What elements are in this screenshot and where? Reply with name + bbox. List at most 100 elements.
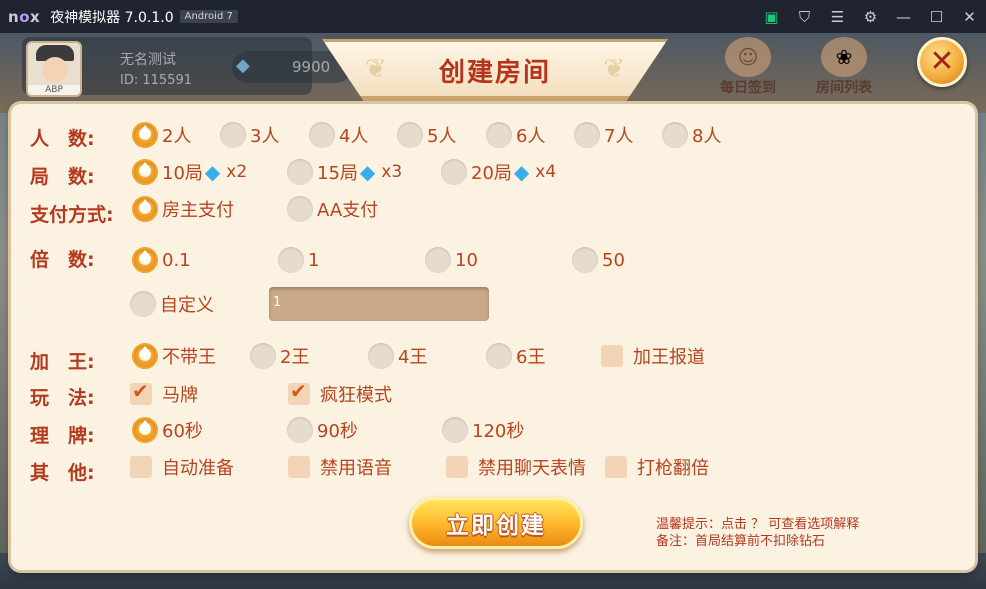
dialog-title: 创建房间 <box>438 58 551 88</box>
player-count-option-7[interactable]: 7人 <box>574 121 633 149</box>
arrange-option-90[interactable]: 90秒 <box>287 416 358 444</box>
multiplier-option-1[interactable]: 1 <box>278 246 319 274</box>
payment-option-aa[interactable]: AA支付 <box>287 195 378 223</box>
other-label: 其 他: <box>30 462 95 484</box>
custom-multiplier-input[interactable]: 1 <box>269 287 489 321</box>
player-id: ID: 115591 <box>120 73 192 88</box>
arrange-option-120[interactable]: 120秒 <box>442 416 524 444</box>
radio-dot <box>287 417 313 443</box>
room-list-button[interactable]: ❀ 房间列表 <box>806 37 882 99</box>
jokers-option-2[interactable]: 2王 <box>250 342 309 370</box>
radio-dot <box>278 247 304 273</box>
jokers-option-6[interactable]: 6王 <box>486 342 545 370</box>
android-version-badge: Android 7 <box>179 10 238 23</box>
radio-dot <box>486 122 512 148</box>
disable-voice-checkbox[interactable]: 禁用语音 <box>288 453 392 481</box>
minimize-icon[interactable]: — <box>887 0 920 33</box>
app-store-icon[interactable]: ▣ <box>755 0 788 33</box>
multiplier-option-0.1[interactable]: 0.1 <box>132 246 191 274</box>
diamond-icon: ◆ <box>204 160 221 184</box>
jokers-label: 加 王: <box>30 351 95 373</box>
checkin-icon: ☺ <box>725 37 771 77</box>
radio-dot <box>574 122 600 148</box>
menu-icon[interactable]: ☰ <box>821 0 854 33</box>
arrange-option-60[interactable]: 60秒 <box>132 416 203 444</box>
multiplier-label: 倍 数: <box>30 249 95 271</box>
rounds-option-20[interactable]: 20局 ◆ x4 <box>441 158 556 186</box>
rounds-option-15[interactable]: 15局 ◆ x3 <box>287 158 402 186</box>
auto-ready-checkbox[interactable]: 自动准备 <box>130 453 234 481</box>
radio-dot <box>130 291 156 317</box>
arrange-label: 理 牌: <box>30 425 95 447</box>
play-mode-label: 玩 法: <box>30 387 95 409</box>
avatar-tag: ABP <box>28 85 80 95</box>
avatar[interactable]: ABP <box>26 41 82 97</box>
diamond-icon: ◆ <box>513 160 530 184</box>
avatar-face <box>42 57 68 83</box>
daily-checkin-button[interactable]: ☺ 每日签到 <box>712 37 784 99</box>
radio-dot <box>425 247 451 273</box>
payment-label: 支付方式: <box>30 204 114 226</box>
crazy-mode-checkbox[interactable]: 疯狂模式 <box>288 379 392 408</box>
gun-double-checkbox[interactable]: 打枪翻倍 <box>605 453 709 481</box>
multiplier-option-custom[interactable]: 自定义 <box>130 290 214 318</box>
horse-card-checkbox[interactable]: 马牌 <box>130 379 198 408</box>
spade-icon <box>132 417 158 443</box>
create-room-button[interactable]: 立即创建 <box>409 497 583 549</box>
rounds-option-10[interactable]: 10局◆x2 <box>132 158 247 186</box>
create-room-button-label: 立即创建 <box>446 513 546 539</box>
disable-emoji-checkbox[interactable]: 禁用聊天表情 <box>446 453 586 481</box>
rounds-label: 局 数: <box>30 166 95 188</box>
diamond-icon: ◆ <box>359 160 376 184</box>
maximize-icon[interactable]: ☐ <box>920 0 953 33</box>
player-count-option-2[interactable]: 2人 <box>132 121 191 149</box>
radio-dot <box>442 417 468 443</box>
check-icon <box>288 379 310 405</box>
spade-icon <box>132 247 158 273</box>
multiplier-option-50[interactable]: 50 <box>572 246 625 274</box>
players-label: 人 数: <box>30 128 95 150</box>
player-count-option-8[interactable]: 8人 <box>662 121 721 149</box>
radio-dot <box>441 159 467 185</box>
shirt-icon[interactable]: ⛉ <box>788 0 821 33</box>
radio-dot <box>250 343 276 369</box>
emulator-titlebar: nox 夜神模拟器 7.0.1.0 Android 7 ▣ ⛉ ☰ ⚙ — ☐ … <box>0 0 986 33</box>
settings-gear-icon[interactable]: ⚙ <box>854 0 887 33</box>
close-dialog-button[interactable]: ✕ <box>917 37 967 87</box>
radio-dot <box>287 196 313 222</box>
nox-logo: nox <box>8 7 41 26</box>
diamond-icon: ◆ <box>236 55 250 76</box>
player-count-option-4[interactable]: 4人 <box>309 121 368 149</box>
tip-note: 备注：首局结算前不扣除钻石 <box>656 534 826 549</box>
jokers-option-none[interactable]: 不带王 <box>132 342 216 370</box>
radio-dot <box>662 122 688 148</box>
checkbox-box <box>605 456 627 478</box>
multiplier-option-10[interactable]: 10 <box>425 246 478 274</box>
radio-dot <box>368 343 394 369</box>
room-list-icon: ❀ <box>821 37 867 77</box>
spade-icon <box>132 196 158 222</box>
checkbox-box <box>446 456 468 478</box>
daily-checkin-label: 每日签到 <box>720 80 776 96</box>
titlebar-controls: ▣ ⛉ ☰ ⚙ — ☐ ✕ <box>755 0 986 33</box>
spade-icon <box>132 122 158 148</box>
jokers-option-4[interactable]: 4王 <box>368 342 427 370</box>
joker-report-checkbox[interactable]: 加王报道 <box>601 342 705 370</box>
checkbox-box <box>601 345 623 367</box>
checkbox-box <box>288 456 310 478</box>
player-count-option-6[interactable]: 6人 <box>486 121 545 149</box>
player-count-option-3[interactable]: 3人 <box>220 121 279 149</box>
player-count-option-5[interactable]: 5人 <box>397 121 456 149</box>
checkbox-box <box>130 456 152 478</box>
payment-option-host[interactable]: 房主支付 <box>132 195 234 223</box>
radio-dot <box>572 247 598 273</box>
radio-dot <box>309 122 335 148</box>
radio-dot <box>486 343 512 369</box>
radio-dot <box>397 122 423 148</box>
radio-dot <box>287 159 313 185</box>
radio-dot <box>220 122 246 148</box>
close-window-icon[interactable]: ✕ <box>953 0 986 33</box>
close-icon: ✕ <box>929 44 955 79</box>
room-list-label: 房间列表 <box>816 80 872 96</box>
emulator-title: 夜神模拟器 7.0.1.0 <box>50 9 174 26</box>
